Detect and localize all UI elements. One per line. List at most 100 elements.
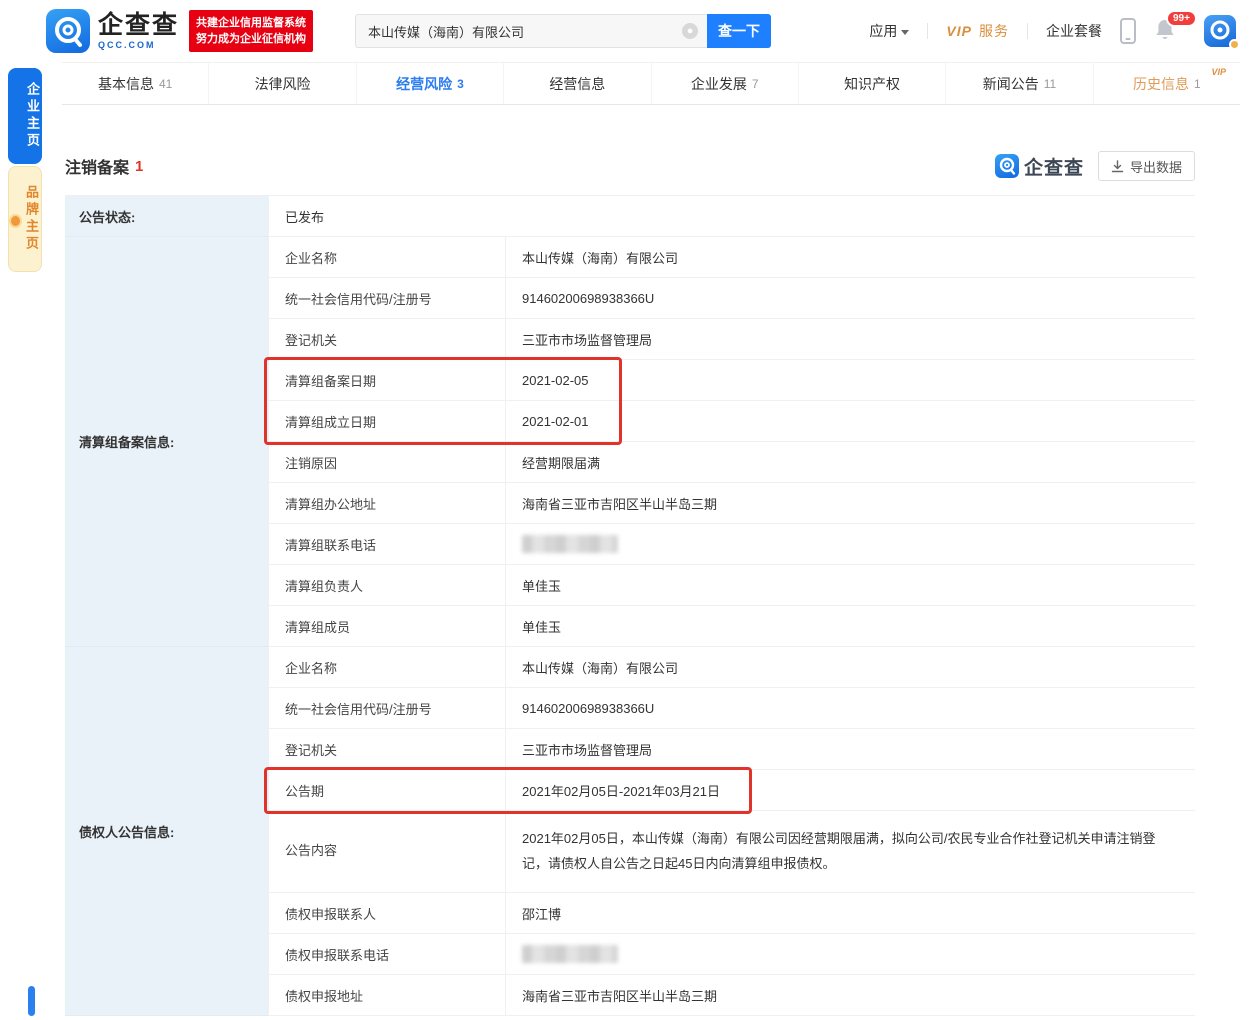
- user-avatar[interactable]: [1204, 15, 1236, 47]
- slogan-line-2: 努力成为企业征信机构: [196, 31, 306, 47]
- tab-label: 经营风险: [396, 74, 452, 94]
- qcc-logo[interactable]: 企查查 QCC.COM 共建企业信用监督系统 努力成为企业征信机构: [46, 9, 313, 53]
- field-value: 2021-02-01: [505, 401, 1195, 442]
- field-name: 统一社会信用代码/注册号: [268, 278, 505, 319]
- tab-label: 企业发展: [691, 74, 747, 94]
- field-name: 清算组成立日期: [268, 401, 505, 442]
- tab-company-homepage-label: 企业主页: [23, 82, 42, 150]
- field-value: 单佳玉: [505, 565, 1195, 606]
- field-name: 债权申报联系电话: [268, 934, 505, 975]
- tab-label: 历史信息: [1133, 74, 1189, 94]
- field-name: 企业名称: [268, 237, 505, 278]
- vip-tag: VIP: [1211, 67, 1226, 77]
- tab-经营风险[interactable]: 经营风险 3: [357, 63, 504, 104]
- status-value: 已发布: [268, 196, 1195, 237]
- field-value: 2021年02月05日，本山传媒（海南）有限公司因经营期限届满，拟向公司/农民专…: [505, 811, 1195, 893]
- export-data-button[interactable]: 导出数据: [1098, 151, 1195, 181]
- field-value: 海南省三亚市吉阳区半山半岛三期: [505, 975, 1195, 1016]
- tab-知识产权[interactable]: 知识产权: [799, 63, 946, 104]
- tab-count: 3: [457, 77, 464, 91]
- section-count: 1: [135, 158, 143, 175]
- field-value: 单佳玉: [505, 606, 1195, 647]
- tab-label: 经营信息: [549, 74, 605, 94]
- tab-brand-homepage-label: 品牌主页: [22, 185, 41, 253]
- tab-company-homepage[interactable]: 企业主页: [8, 68, 42, 164]
- field-name: 登记机关: [268, 729, 505, 770]
- field-value: 海南省三亚市吉阳区半山半岛三期: [505, 483, 1195, 524]
- field-name: 债权申报地址: [268, 975, 505, 1016]
- slogan-line-1: 共建企业信用监督系统: [196, 15, 306, 31]
- field-name: 清算组负责人: [268, 565, 505, 606]
- apps-menu[interactable]: 应用: [869, 21, 909, 41]
- field-value: [505, 524, 1195, 565]
- tab-企业发展[interactable]: 企业发展7: [652, 63, 799, 104]
- field-value: 本山传媒（海南）有限公司: [505, 237, 1195, 278]
- field-name: 统一社会信用代码/注册号: [268, 688, 505, 729]
- field-name: 清算组备案日期: [268, 360, 505, 401]
- notifications-button[interactable]: 99+: [1154, 18, 1176, 45]
- qcc-logo-title: 企查查: [98, 13, 179, 38]
- section-title: 注销备案: [65, 154, 129, 178]
- notification-badge: 99+: [1166, 10, 1197, 27]
- tab-历史信息[interactable]: 历史信息 1 VIP: [1094, 63, 1240, 104]
- search-button[interactable]: 查一下: [707, 14, 771, 48]
- group-label-1: 债权人公告信息:: [65, 647, 268, 1016]
- scroll-indicator[interactable]: [28, 986, 35, 1016]
- search-input[interactable]: [355, 14, 707, 48]
- field-value: 三亚市市场监督管理局: [505, 319, 1195, 360]
- clear-search-icon[interactable]: ●: [682, 23, 698, 39]
- qcc-watermark-text: 企查查: [1024, 153, 1084, 180]
- field-name: 债权申报联系人: [268, 893, 505, 934]
- qcc-watermark-icon: [995, 154, 1019, 178]
- field-name: 登记机关: [268, 319, 505, 360]
- field-name: 企业名称: [268, 647, 505, 688]
- field-value: [505, 934, 1195, 975]
- field-name: 注销原因: [268, 442, 505, 483]
- divider: [927, 23, 928, 39]
- qcc-logo-icon: [46, 9, 90, 53]
- filing-table: 公告状态:已发布清算组备案信息:企业名称本山传媒（海南）有限公司统一社会信用代码…: [65, 195, 1195, 1016]
- status-label: 公告状态:: [65, 196, 268, 237]
- enterprise-package-link[interactable]: 企业套餐: [1046, 21, 1102, 41]
- qcc-logo-text: 企查查 QCC.COM: [98, 13, 179, 50]
- vip-service-link[interactable]: VIP服务: [946, 21, 1009, 41]
- tab-label: 法律风险: [255, 74, 311, 94]
- qcc-slogan-badge: 共建企业信用监督系统 努力成为企业征信机构: [189, 10, 313, 52]
- field-value: 2021-02-05: [505, 360, 1195, 401]
- top-header: 企查查 QCC.COM 共建企业信用监督系统 努力成为企业征信机构 ● 查一下 …: [0, 0, 1260, 62]
- tab-经营信息[interactable]: 经营信息: [504, 63, 651, 104]
- company-tabs-bar: 基本信息 41 法律风险 经营风险 3 经营信息 企业发展7知识产权 新闻公告 11 历史信息 1V…: [62, 62, 1240, 105]
- qcc-watermark: 企查查: [995, 153, 1084, 180]
- left-side-tabs: 企业主页 品牌主页: [8, 68, 42, 272]
- qcc-logo-domain: QCC.COM: [98, 41, 179, 50]
- field-name: 清算组联系电话: [268, 524, 505, 565]
- group-label-0: 清算组备案信息:: [65, 237, 268, 647]
- tab-基本信息[interactable]: 基本信息 41: [62, 63, 209, 104]
- field-value: 经营期限届满: [505, 442, 1195, 483]
- vip-status-dot: [1229, 39, 1240, 50]
- redacted-value: [522, 535, 618, 553]
- enterprise-package-label: 企业套餐: [1046, 21, 1102, 41]
- field-value: 91460200698938366U: [505, 688, 1195, 729]
- export-data-label: 导出数据: [1130, 157, 1182, 176]
- field-value: 2021年02月05日-2021年03月21日: [505, 770, 1195, 811]
- tab-法律风险[interactable]: 法律风险: [209, 63, 356, 104]
- tab-brand-homepage[interactable]: 品牌主页: [8, 166, 42, 272]
- tab-label: 基本信息: [98, 74, 154, 94]
- main-content: 注销备案 1 企查查 导出数据 公告状态:已发布清算组备案信息:企业名称本山传媒…: [65, 151, 1195, 1016]
- brand-badge-icon: [9, 214, 22, 228]
- field-name: 公告内容: [268, 811, 505, 893]
- download-icon: [1111, 160, 1124, 173]
- field-value: 91460200698938366U: [505, 278, 1195, 319]
- tab-label: 新闻公告: [983, 74, 1039, 94]
- field-value: 邵江博: [505, 893, 1195, 934]
- apps-menu-label: 应用: [869, 21, 897, 41]
- tab-count: 41: [159, 77, 172, 91]
- mobile-app-icon[interactable]: [1120, 18, 1136, 44]
- vip-label: VIP: [946, 23, 972, 39]
- chevron-down-icon: [901, 30, 909, 35]
- tab-count: 1: [1194, 77, 1201, 91]
- tab-新闻公告[interactable]: 新闻公告 11: [946, 63, 1093, 104]
- field-name: 清算组办公地址: [268, 483, 505, 524]
- tab-count: 11: [1044, 77, 1056, 91]
